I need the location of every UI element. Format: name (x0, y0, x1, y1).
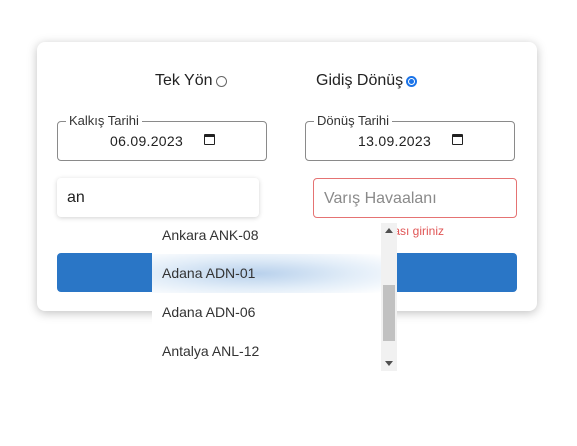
one-way-radio[interactable] (215, 75, 227, 87)
list-item-highlighted[interactable]: Adana ADN-01 (152, 254, 381, 293)
departure-date-field[interactable]: Kalkış Tarihi 06.09.2023 (57, 113, 267, 161)
list-item-label: Adana ADN-01 (162, 265, 256, 281)
dropdown-scrollbar[interactable] (381, 223, 397, 371)
round-trip-option[interactable]: Gidiş Dönüş (316, 72, 418, 90)
round-trip-label: Gidiş Dönüş (316, 72, 404, 89)
round-trip-radio[interactable] (406, 75, 418, 87)
calendar-icon[interactable] (452, 134, 463, 145)
arrival-airport-placeholder: Varış Havaalanı (324, 190, 437, 207)
departure-date-label: Kalkış Tarihi (66, 113, 142, 128)
return-date-field[interactable]: Dönüş Tarihi 13.09.2023 (305, 113, 515, 161)
departure-airport-input[interactable]: an (57, 178, 259, 217)
list-item-label: Ankara ANK-08 (162, 227, 259, 243)
return-date-value[interactable]: 13.09.2023 (358, 133, 431, 149)
list-item-label: Adana ADN-06 (162, 304, 256, 320)
list-item[interactable]: Adana ADN-06 (152, 293, 381, 332)
departure-airport-value: an (67, 189, 85, 206)
scrollbar-thumb[interactable] (383, 285, 395, 341)
departure-date-value[interactable]: 06.09.2023 (110, 133, 183, 149)
list-item-label: Antalya ANL-12 (162, 343, 260, 359)
arrival-airport-input[interactable]: Varış Havaalanı (313, 178, 517, 218)
list-item[interactable]: Ankara ANK-08 (152, 223, 381, 255)
scroll-up-arrow-icon[interactable] (385, 228, 393, 233)
one-way-label: Tek Yön (155, 72, 213, 89)
trip-type-group: Tek Yön Gidiş Dönüş (37, 72, 537, 92)
one-way-option[interactable]: Tek Yön (155, 72, 227, 90)
scroll-down-arrow-icon[interactable] (385, 361, 393, 366)
calendar-icon[interactable] (204, 134, 215, 145)
list-item[interactable]: Antalya ANL-12 (152, 332, 381, 371)
airport-suggestions-dropdown[interactable]: Ankara ANK-08 Adana ADN-01 Adana ADN-06 … (152, 223, 397, 371)
return-date-label: Dönüş Tarihi (314, 113, 393, 128)
